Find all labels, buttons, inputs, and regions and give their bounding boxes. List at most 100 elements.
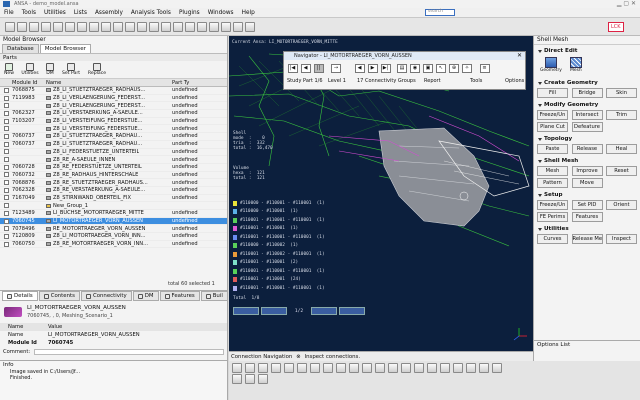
tool-button[interactable]: Heal: [606, 144, 637, 154]
measure-icon[interactable]: [197, 21, 207, 32]
section-header[interactable]: Utilities: [534, 226, 640, 232]
table-row[interactable]: Z8_LI_FEDERSTUETZE_UNTERTEIL undefined: [0, 149, 227, 157]
tool-button[interactable]: Freeze/Un: [537, 110, 568, 120]
row-checkbox[interactable]: [0, 226, 12, 232]
first-icon[interactable]: |◀: [287, 63, 298, 73]
list-icon[interactable]: [89, 21, 99, 32]
view-iso-icon[interactable]: [297, 363, 307, 373]
group-icon[interactable]: [113, 21, 123, 32]
rotate-icon[interactable]: [401, 363, 411, 373]
zoom-out-icon[interactable]: [388, 363, 398, 373]
col-module-id[interactable]: Module Id: [12, 80, 46, 86]
menu-plugins[interactable]: Plugins: [175, 8, 204, 18]
menu-analysis-tools[interactable]: Analysis Tools: [127, 8, 175, 18]
section-header[interactable]: Modify Geometry: [534, 102, 640, 108]
table-row[interactable]: 7060732 Z8_RE_RADHAUS_HINTERSCHALE undefin…: [0, 172, 227, 180]
tab-dm[interactable]: DM: [132, 291, 159, 301]
tool-button[interactable]: Improve: [571, 166, 603, 176]
tool-button[interactable]: Mesh: [537, 166, 568, 176]
table-row[interactable]: 7068876 Z8_RE_STUETZTRAEGER_RADHAUS... und…: [0, 179, 227, 187]
table-row[interactable]: 7078496 RE_MOTORTRAEGER_VORN_AUSSEN undefi…: [0, 225, 227, 234]
group-next-icon[interactable]: ▶: [367, 63, 378, 73]
detail-row-module-id[interactable]: Module Id 7060745: [0, 339, 227, 347]
row-checkbox[interactable]: [0, 187, 12, 193]
pager-prev-button[interactable]: [233, 307, 259, 315]
section-header[interactable]: Create Geometry: [534, 80, 640, 86]
row-checkbox[interactable]: [0, 180, 12, 186]
tool-button[interactable]: Fill: [537, 88, 568, 98]
camera-icon[interactable]: [173, 21, 183, 32]
connectivity-group-row[interactable]: #110001 - #110001 (24): [233, 276, 325, 285]
zoom-fit-icon[interactable]: [362, 363, 372, 373]
group-prev-icon[interactable]: ◀: [354, 63, 365, 73]
tool-button[interactable]: Release Me: [571, 234, 603, 244]
visib-icon[interactable]: [427, 363, 437, 373]
table-row[interactable]: 7167049 Z8_STIRNWAND_OBERTEIL_FIX undefine…: [0, 195, 227, 203]
tool-button[interactable]: FE Perims: [537, 212, 568, 222]
tab-database[interactable]: Database: [2, 44, 39, 53]
mesh-tool[interactable]: Mesh: [569, 57, 582, 73]
pager-prev2-button[interactable]: [311, 307, 337, 315]
connectivity-group-row[interactable]: #110001 - #110001 - #110001 (1): [233, 284, 325, 293]
menu-tools[interactable]: Tools: [18, 8, 40, 18]
detail-row-name[interactable]: Name LI_MOTORTRAEGER_VORN_AUSSEN: [0, 331, 227, 339]
pid-color-icon[interactable]: [349, 363, 359, 373]
tool-button[interactable]: Features: [571, 212, 603, 222]
table-row[interactable]: 7060750 Z8_RE_MOTORTRAEGER_VORN_INN... und…: [0, 241, 227, 249]
set-part-button[interactable]: Set Part: [60, 63, 82, 76]
menu-windows[interactable]: Windows: [204, 8, 238, 18]
pager-next-button[interactable]: [261, 307, 287, 315]
tab-features[interactable]: Features: [159, 291, 200, 301]
tool-button[interactable]: Curves: [537, 234, 568, 244]
view-back-icon[interactable]: [245, 363, 255, 373]
row-checkbox[interactable]: [0, 87, 12, 93]
window-controls[interactable]: ▁ ▢ ✕: [617, 0, 636, 8]
lck-button[interactable]: LCK: [608, 22, 624, 32]
view-top-icon[interactable]: [284, 363, 294, 373]
row-checkbox[interactable]: [0, 126, 12, 132]
table-row[interactable]: 7062327 Z8_LI_VERSTAERKUNG_A-SAEULE... und…: [0, 110, 227, 118]
table-row[interactable]: 7060737 Z8_LI_STUETZTRAEGER_RADHAU... unde…: [0, 133, 227, 141]
connectivity-group-row[interactable]: #110001 - #110001 - #110001 (1): [233, 233, 325, 242]
connectivity-group-row[interactable]: #110001 - #110001 (1): [233, 225, 325, 234]
row-checkbox[interactable]: [0, 195, 12, 201]
zoom-icon[interactable]: ⊕: [449, 63, 459, 73]
connectivity-group-row[interactable]: #110000 - #110001 - #110001 (1): [233, 199, 325, 208]
camera-icon[interactable]: ◉: [410, 63, 420, 73]
prev-icon[interactable]: ◀: [300, 63, 311, 73]
tool-button[interactable]: Defeature: [571, 122, 603, 132]
new-button[interactable]: New: [2, 63, 16, 76]
table-row[interactable]: Z8_LI_VERLAENGERUNG_FEDERST... undefined: [0, 102, 227, 111]
undo-icon[interactable]: [41, 21, 51, 32]
tool-button[interactable]: Freeze/Un: [537, 200, 568, 210]
row-checkbox[interactable]: [0, 95, 12, 101]
table-row[interactable]: 7119983 Z8_LI_VERLAENGERUNG_FEDERST... und…: [0, 95, 227, 103]
tool-button[interactable]: Orient: [606, 200, 637, 210]
view-front-icon[interactable]: [232, 363, 242, 373]
view-right-icon[interactable]: [271, 363, 281, 373]
next-arrow-icon[interactable]: →: [331, 63, 341, 73]
row-checkbox[interactable]: [0, 164, 12, 170]
tool-button[interactable]: Bridge: [571, 88, 603, 98]
table-row[interactable]: 7120809 Z8_LI_MOTORTRAEGER_VORN_INN... und…: [0, 233, 227, 241]
tab-connectivity[interactable]: Connectivity: [80, 291, 132, 301]
col-part-type[interactable]: Part Ty: [172, 80, 212, 86]
row-checkbox[interactable]: [0, 233, 12, 239]
pause-icon[interactable]: ||: [313, 63, 324, 73]
comment-field[interactable]: [34, 348, 225, 355]
tool-icon[interactable]: ✧: [462, 63, 472, 73]
row-checkbox[interactable]: [0, 218, 12, 224]
geometry-tool[interactable]: Geometry: [540, 57, 562, 73]
menu-assembly[interactable]: Assembly: [91, 8, 127, 18]
info-icon[interactable]: [233, 21, 243, 32]
macros-icon[interactable]: [258, 374, 268, 384]
tool-button[interactable]: Inspect: [606, 234, 637, 244]
lock-icon[interactable]: [125, 21, 135, 32]
redo-icon[interactable]: [53, 21, 63, 32]
section-icon[interactable]: [479, 363, 489, 373]
row-checkbox[interactable]: [0, 141, 12, 147]
screenshot-icon[interactable]: [65, 21, 75, 32]
box-icon[interactable]: [161, 21, 171, 32]
connectivity-group-row[interactable]: #110000 - #110002 (1): [233, 242, 325, 251]
tab-build[interactable]: Buil: [200, 291, 228, 301]
